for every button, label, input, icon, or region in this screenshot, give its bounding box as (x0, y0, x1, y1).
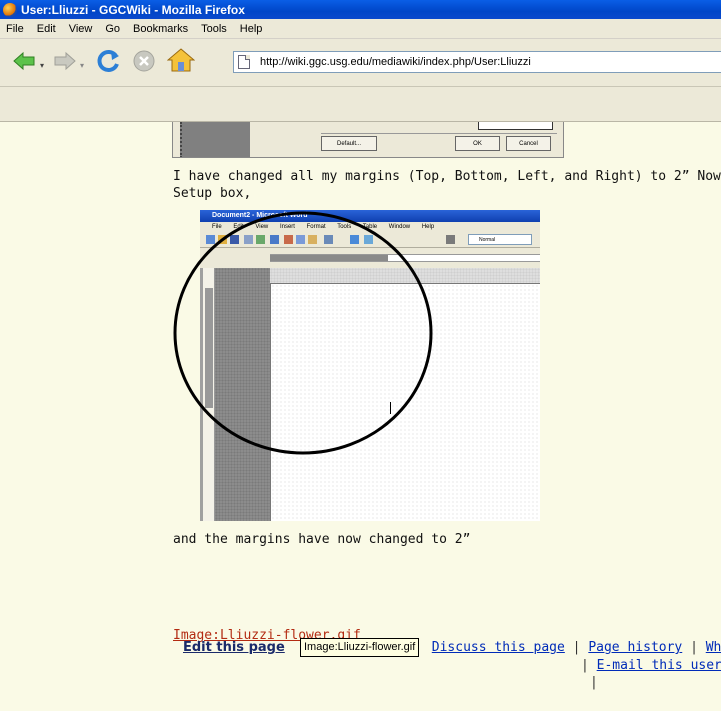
menu-edit[interactable]: Edit (37, 23, 56, 35)
image-link-tooltip: Image:Lliuzzi-flower.gif (300, 638, 420, 657)
footer-separator: | (590, 675, 598, 690)
dialog-divider (321, 133, 557, 134)
bookmarks-toolbar (0, 96, 721, 122)
menu-view[interactable]: View (69, 23, 93, 35)
word-style-dropdown: Normal (468, 234, 532, 245)
menu-file[interactable]: File (6, 23, 24, 35)
menu-tools[interactable]: Tools (201, 23, 227, 35)
home-icon[interactable] (167, 47, 195, 73)
window-title: User:Lliuzzi - GGCWiki - Mozilla Firefox (21, 2, 245, 17)
footer-separator: | (690, 640, 698, 655)
page-actions-row-2: | E-mail this user (581, 658, 721, 673)
back-dropdown-icon[interactable]: ▾ (40, 61, 44, 70)
menu-help[interactable]: Help (240, 23, 263, 35)
dialog-preview-box (478, 122, 553, 130)
dialog-default-button: Default... (321, 136, 377, 151)
forward-dropdown-icon[interactable]: ▾ (80, 61, 84, 70)
paragraph-margins-line2: Setup box, (173, 186, 252, 201)
paragraph-margins-changed: and the margins have now changed to 2” (173, 532, 471, 547)
navigation-toolbar: ▾ ▾ http://wiki.ggc.usg.edu/mediawiki/in… (0, 39, 721, 87)
stop-icon[interactable] (132, 49, 156, 73)
page-history-link[interactable]: Page history (588, 640, 682, 655)
edit-page-link[interactable]: Edit this page (183, 640, 285, 655)
dialog-preview-panel (180, 122, 250, 157)
footer-separator: | (572, 640, 581, 655)
back-arrow-icon[interactable] (12, 49, 36, 73)
page-icon (238, 55, 250, 69)
email-user-link[interactable]: E-mail this user (597, 658, 721, 673)
highlight-circle (173, 211, 433, 455)
menubar: File Edit View Go Bookmarks Tools Help (0, 19, 721, 39)
discuss-page-link[interactable]: Discuss this page (432, 640, 565, 655)
page-actions-row: Edit this page Discuss this page | Page h… (183, 640, 721, 655)
reload-icon[interactable] (96, 48, 122, 74)
dialog-ok-button: OK (455, 136, 500, 151)
footer-separator: | (581, 658, 589, 673)
page-content: Default... OK Cancel I have changed all … (0, 122, 721, 711)
word-zoom-icon (446, 235, 455, 244)
firefox-icon (3, 2, 17, 17)
forward-arrow-icon[interactable] (53, 49, 77, 73)
page-actions-row-3: | (590, 675, 598, 690)
menu-go[interactable]: Go (105, 23, 120, 35)
url-text[interactable]: http://wiki.ggc.usg.edu/mediawiki/index.… (260, 56, 531, 68)
page-setup-dialog-screenshot: Default... OK Cancel (172, 122, 564, 158)
menu-bookmarks[interactable]: Bookmarks (133, 23, 188, 35)
paragraph-margins-line1: I have changed all my margins (Top, Bott… (173, 169, 721, 184)
url-bar[interactable]: http://wiki.ggc.usg.edu/mediawiki/index.… (233, 51, 721, 73)
dialog-cancel-button: Cancel (506, 136, 551, 151)
toolbar-spacer (0, 87, 721, 96)
window-titlebar: User:Lliuzzi - GGCWiki - Mozilla Firefox (0, 0, 721, 19)
what-links-here-link[interactable]: Wh (706, 640, 721, 655)
